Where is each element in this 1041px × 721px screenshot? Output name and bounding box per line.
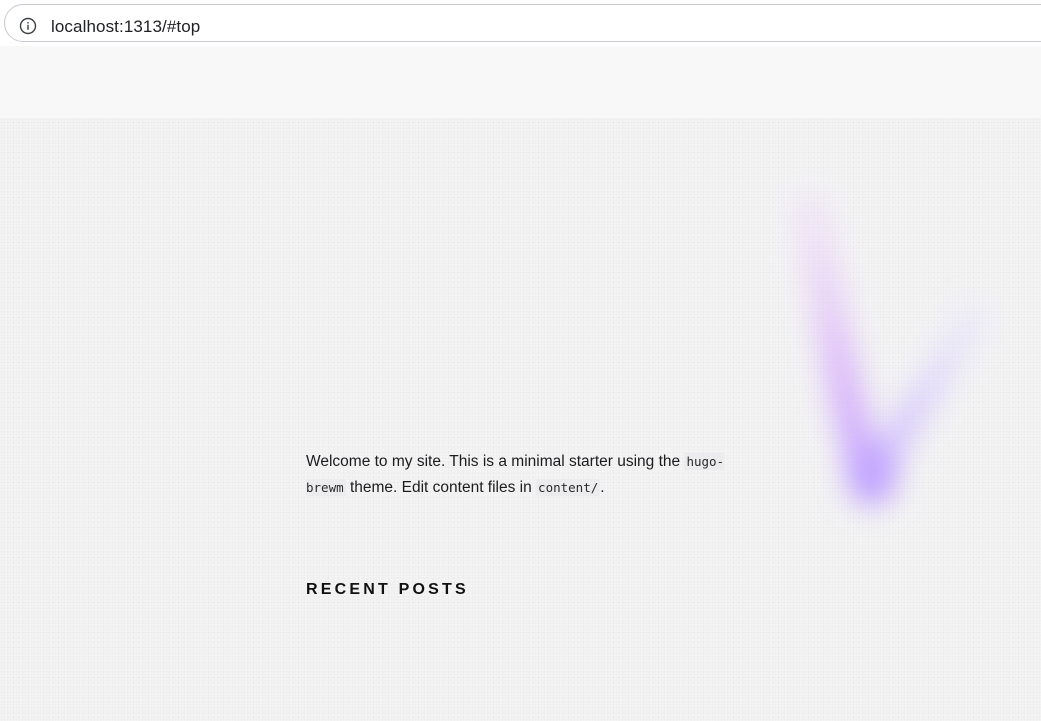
- intro-text-end: .: [600, 479, 605, 496]
- page-content: Welcome to my site. This is a minimal st…: [0, 46, 1041, 721]
- decorative-glow-check: [793, 189, 990, 506]
- site-header: [0, 46, 1041, 118]
- intro-paragraph: Welcome to my site. This is a minimal st…: [306, 449, 746, 501]
- url-text[interactable]: localhost:1313/#top: [51, 16, 200, 38]
- address-bar[interactable]: localhost:1313/#top: [4, 4, 1041, 42]
- info-icon[interactable]: [19, 17, 37, 35]
- recent-posts-heading: RECENT POSTS: [306, 581, 469, 598]
- content-dir-code: content/: [536, 479, 601, 496]
- browser-toolbar: localhost:1313/#top: [0, 0, 1041, 46]
- intro-text-start: Welcome to my site. This is a minimal st…: [306, 453, 685, 470]
- intro-text-middle: theme. Edit content files in: [345, 479, 537, 496]
